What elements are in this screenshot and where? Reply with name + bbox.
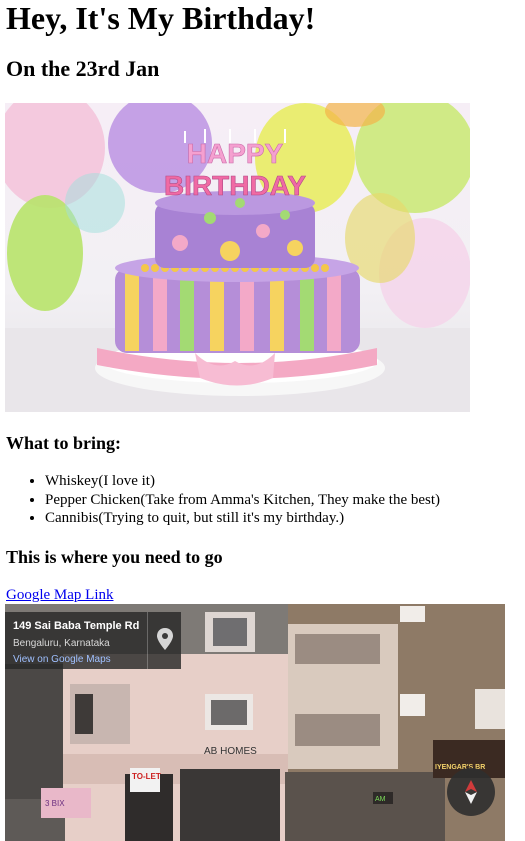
cake-candle-text-birthday: BIRTHDAY (164, 170, 306, 201)
sign-left: 3 BIX (45, 799, 65, 808)
street-city: Bengaluru, Karnataka (13, 638, 110, 649)
street-view-embed[interactable]: AB HOMES TO-LET IYENGAR'S BR 3 BIX AM 14… (5, 604, 505, 841)
list-item: Whiskey(I love it) (45, 472, 440, 491)
bring-title: What to bring: (6, 433, 122, 453)
google-map-link[interactable]: Google Map Link (6, 586, 113, 604)
street-address: 149 Sai Baba Temple Rd (13, 620, 140, 632)
map-pin-icon (157, 628, 173, 650)
bring-list: Whiskey(I love it) Pepper Chicken(Take f… (6, 472, 440, 528)
map-pin-button[interactable] (147, 612, 182, 669)
compass-icon[interactable] (447, 768, 495, 816)
page: Hey, It's My Birthday! On the 23rd Jan H… (0, 0, 525, 841)
directions-title: This is where you need to go (6, 547, 223, 567)
sign-small: AM (375, 796, 386, 803)
sign-to-let: TO-LET (132, 772, 161, 781)
street-view-info-card: 149 Sai Baba Temple Rd Bengaluru, Karnat… (5, 612, 181, 669)
cake-illustration: HAPPY BIRTHDAY (5, 103, 470, 412)
view-on-google-maps-link[interactable]: View on Google Maps (13, 654, 111, 665)
page-title: Hey, It's My Birthday! (6, 0, 316, 36)
cake-candle-text-happy: HAPPY (187, 138, 284, 169)
list-item: Cannibis(Trying to quit, but still it's … (45, 509, 440, 528)
list-item: Pepper Chicken(Take from Amma's Kitchen,… (45, 491, 440, 510)
birthday-cake-image: HAPPY BIRTHDAY (5, 103, 470, 412)
page-subtitle: On the 23rd Jan (6, 56, 160, 81)
sign-ab-homes: AB HOMES (204, 746, 257, 757)
